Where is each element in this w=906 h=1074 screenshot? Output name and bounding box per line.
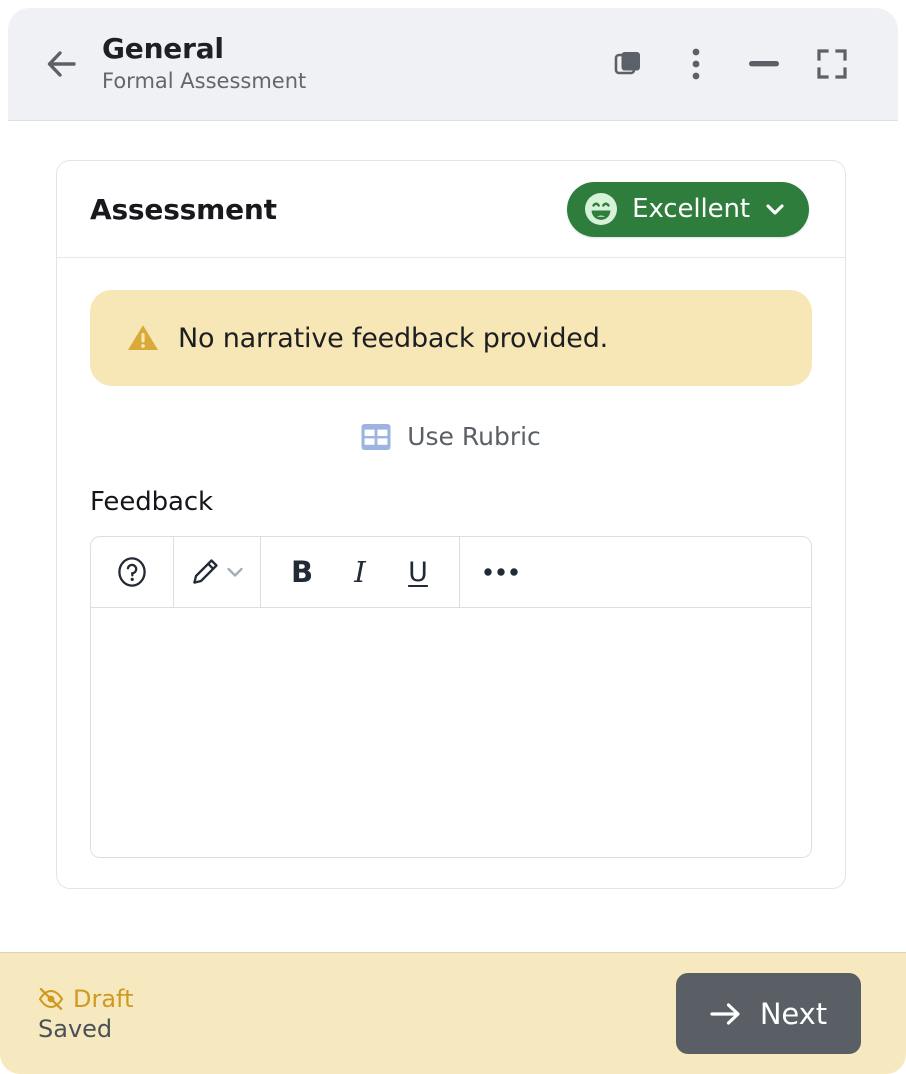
no-feedback-warning: No narrative feedback provided. <box>90 290 812 386</box>
chevron-down-icon[interactable] <box>224 561 246 583</box>
footer-bar: Draft Saved Next <box>0 952 906 1074</box>
help-button[interactable] <box>105 545 159 599</box>
toolbar-group-help <box>91 537 174 607</box>
toolbar-group-more <box>460 537 811 607</box>
feedback-input[interactable] <box>91 608 811 857</box>
assessment-card-header: Assessment Excellent <box>57 161 845 258</box>
warning-text: No narrative feedback provided. <box>178 322 609 354</box>
minimize-button[interactable] <box>744 44 784 84</box>
page-subtitle: Formal Assessment <box>102 68 307 93</box>
editor-toolbar: B I U <box>91 537 811 608</box>
toolbar-group-formatting: B I U <box>261 537 460 607</box>
assessment-screen: General Formal Assessment Assessment Exc… <box>0 0 906 1074</box>
pencil-icon <box>193 559 218 584</box>
ellipsis-icon <box>484 568 518 576</box>
more-options-button[interactable] <box>676 44 716 84</box>
fullscreen-icon <box>817 49 847 79</box>
assessment-heading: Assessment <box>90 192 277 226</box>
grade-label: Excellent <box>632 194 750 224</box>
table-grid-icon <box>361 423 391 450</box>
underline-button[interactable]: U <box>391 545 445 599</box>
help-circle-icon <box>118 557 146 587</box>
app-header: General Formal Assessment <box>8 8 898 121</box>
chevron-down-icon <box>766 204 784 215</box>
back-button[interactable] <box>40 42 84 86</box>
use-rubric-label: Use Rubric <box>407 422 541 451</box>
more-formatting-button[interactable] <box>474 545 528 599</box>
italic-button[interactable]: I <box>333 545 387 599</box>
more-vertical-icon <box>692 48 700 80</box>
pencil-button[interactable] <box>188 555 246 589</box>
assessment-card-body: No narrative feedback provided. Use Rubr… <box>57 258 845 858</box>
header-title-block: General Formal Assessment <box>102 32 608 95</box>
next-label: Next <box>759 996 827 1031</box>
draft-label: Draft <box>73 984 134 1013</box>
toolbar-group-pencil <box>174 537 261 607</box>
fullscreen-button[interactable] <box>812 44 852 84</box>
bold-button[interactable]: B <box>275 545 329 599</box>
header-actions <box>608 44 874 84</box>
minimize-icon <box>749 61 779 67</box>
arrow-left-icon <box>47 51 76 77</box>
grade-dropdown[interactable]: Excellent <box>567 181 809 237</box>
duplicate-button[interactable] <box>608 44 648 84</box>
assessment-card: Assessment Excellent No narrative feedba… <box>56 160 846 889</box>
save-status: Draft Saved <box>38 985 134 1043</box>
eye-slash-icon <box>38 987 64 1010</box>
draft-status: Draft <box>38 985 134 1013</box>
warning-triangle-icon <box>128 325 158 350</box>
copy-icon <box>614 52 640 75</box>
feedback-editor: B I U <box>90 536 812 858</box>
use-rubric-button[interactable]: Use Rubric <box>90 422 812 451</box>
arrow-right-icon <box>710 1002 740 1025</box>
feedback-label: Feedback <box>90 487 214 517</box>
next-button[interactable]: Next <box>675 973 861 1054</box>
page-title: General <box>102 32 224 66</box>
smiley-face-icon <box>585 193 618 225</box>
saved-label: Saved <box>38 1014 113 1043</box>
